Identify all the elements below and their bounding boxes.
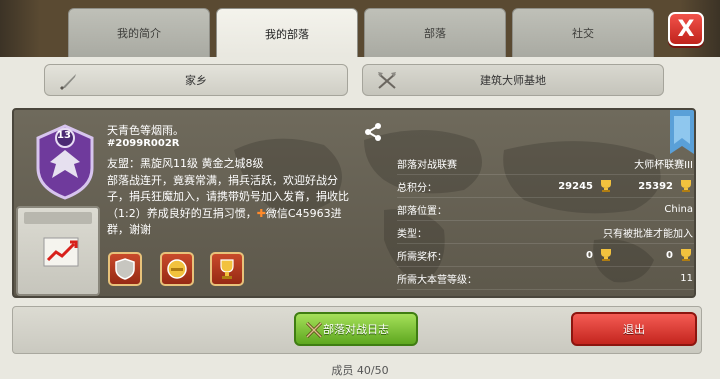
stat-value: 0: [586, 249, 593, 261]
sword-icon: [60, 74, 76, 90]
trophy-icon: [681, 249, 691, 261]
clan-tag: #2099R002R: [107, 138, 180, 149]
clan-name: 天青色等烟雨。: [107, 124, 184, 137]
stat-value: China: [664, 203, 693, 215]
war-log-button[interactable]: 部落对战日志: [294, 312, 418, 346]
stat-value: 只有被批准才能加入: [603, 228, 693, 240]
clan-stats: 部落对战联赛 大师杯联赛III 总积分： 29245 25392 部落位置： C…: [397, 152, 694, 290]
trophy-icon: [220, 259, 234, 279]
tab-clans[interactable]: 部落: [364, 8, 506, 58]
leave-clan-button[interactable]: 退出: [571, 312, 697, 346]
desc-line: 群，谢谢: [107, 223, 151, 236]
desc-line-part: （1:2）养成良好的互捐习惯，: [107, 206, 257, 220]
home-village-label: 家乡: [185, 74, 207, 87]
perk-shield[interactable]: [108, 252, 142, 286]
perk-trophy[interactable]: [210, 252, 244, 286]
trophy-icon: [601, 249, 611, 261]
desc-line-part: 微信C45963进: [265, 206, 342, 220]
stat-location: 部落位置： China: [397, 198, 694, 221]
leave-label: 退出: [623, 323, 645, 336]
tab-label: 部落: [424, 27, 446, 40]
stat-label: 总积分：: [397, 182, 437, 194]
perk-helmet[interactable]: [160, 252, 194, 286]
builder-base-button[interactable]: 建筑大师基地: [362, 64, 664, 96]
shield-icon: [115, 258, 135, 280]
tab-my-profile[interactable]: 我的简介: [68, 8, 210, 58]
chart-trend-icon: [43, 237, 79, 267]
trophy-icon: [681, 180, 691, 192]
stat-value: 25392: [638, 180, 673, 192]
desc-line: 部落战连开，竟赛常满，捐兵活跃，欢迎好战分: [107, 173, 338, 187]
stat-value: 29245: [558, 180, 593, 192]
crossed-swords-icon: [305, 321, 323, 339]
close-button[interactable]: X: [668, 12, 704, 46]
stat-type: 类型： 只有被批准才能加入: [397, 221, 694, 244]
stat-value: 11: [680, 272, 693, 284]
close-icon: X: [677, 16, 695, 42]
clan-stats-tile[interactable]: [16, 206, 100, 296]
plus-icon: ✚: [256, 206, 266, 220]
crossed-axes-icon: [378, 72, 396, 89]
tile-header: [24, 212, 92, 224]
stat-label: 类型：: [397, 228, 427, 240]
stat-value: 0: [666, 249, 673, 261]
tab-label: 我的简介: [117, 27, 161, 40]
desc-line: 友盟：黑旋风11级 黄金之城8级: [107, 157, 264, 170]
tab-label: 社交: [572, 27, 594, 40]
stat-label: 部落对战联赛: [397, 159, 457, 171]
stat-label: 所需大本营等级：: [397, 274, 477, 286]
tab-social[interactable]: 社交: [512, 8, 654, 58]
desc-line: 子，捐兵狂魔加入，请携带奶号加入发育，捐收比: [107, 190, 349, 203]
builder-base-label: 建筑大师基地: [480, 74, 546, 87]
stat-total-points: 总积分： 29245 25392: [397, 175, 694, 198]
clan-info-box: 13 天青色等烟雨。 #2099R002R 友盟：黑旋风11级 黄金之城8级 部…: [12, 108, 696, 298]
stat-label: 所需奖杯：: [397, 251, 447, 263]
war-league-banner-icon: [670, 110, 694, 154]
helmet-icon: [167, 259, 187, 279]
trophy-icon: [601, 180, 611, 192]
desc-line: （1:2）养成良好的互捐习惯，✚微信C45963进: [107, 206, 382, 223]
share-icon[interactable]: [364, 122, 382, 142]
war-log-label: 部落对战日志: [323, 323, 389, 336]
home-village-button[interactable]: 家乡: [44, 64, 348, 96]
stat-required-townhall: 所需大本营等级： 11: [397, 267, 694, 290]
clan-description: 友盟：黑旋风11级 黄金之城8级 部落战连开，竟赛常满，捐兵活跃，欢迎好战分 子…: [107, 156, 382, 239]
tab-my-clan[interactable]: 我的部落: [216, 8, 358, 60]
stat-required-trophies: 所需奖杯： 0 0: [397, 244, 694, 267]
stat-value: 大师杯联赛III: [634, 159, 693, 171]
clan-level: 13: [57, 130, 71, 141]
stat-war-league: 部落对战联赛 大师杯联赛III: [397, 152, 694, 175]
stat-label: 部落位置：: [397, 205, 447, 217]
tab-label: 我的部落: [265, 28, 309, 41]
member-count: 成员 40/50: [331, 364, 389, 377]
